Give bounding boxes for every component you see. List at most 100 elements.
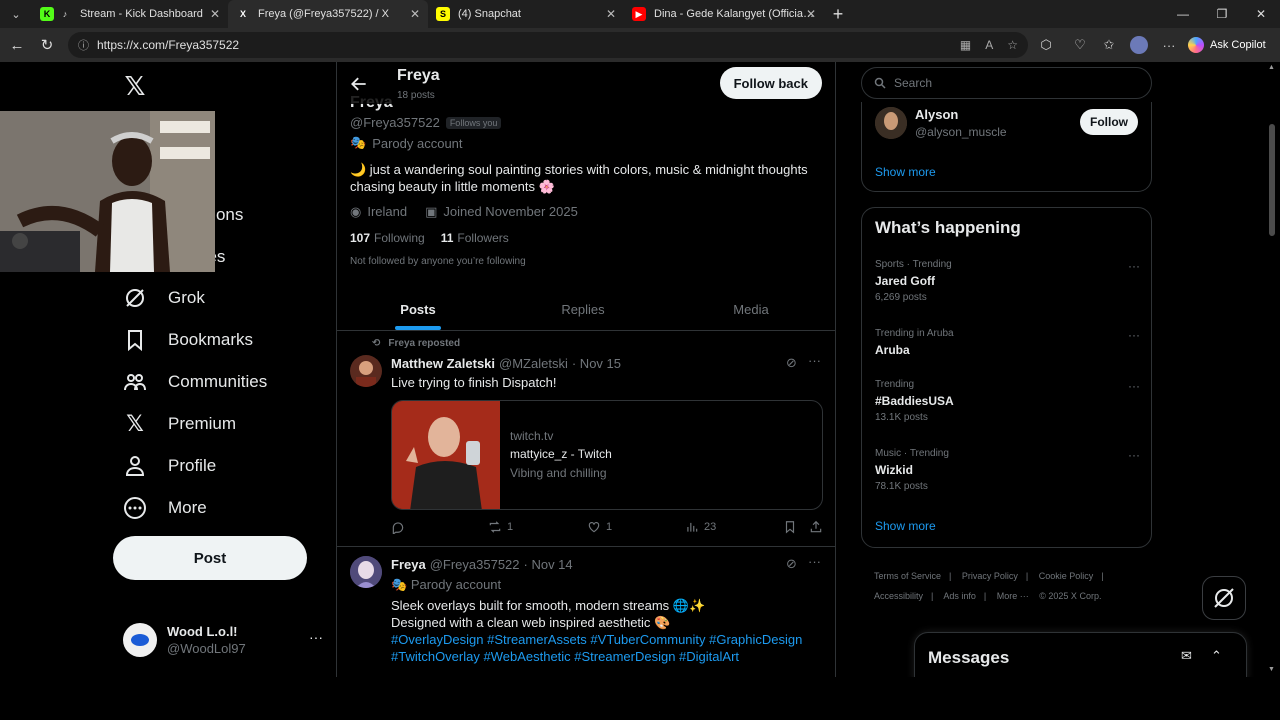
page-scrollbar[interactable]: ▲ ▼ [1266,62,1280,677]
repost-button[interactable]: 1 [488,520,513,534]
link-card[interactable]: twitch.tv mattyice_z - Twitch Vibing and… [391,400,823,510]
account-switcher[interactable]: Wood L.o.l! @WoodLol97 ··· [113,612,323,668]
post-author-name[interactable]: Matthew Zaletski [391,356,495,371]
post-date[interactable]: · Nov 15 [572,356,621,371]
browser-tab[interactable]: ▶ Dina - Gede Kalangyet (Official Vi ✕ [624,0,824,28]
url-bar[interactable]: ⓘ https://x.com/Freya357522 ▦ A ☆ [68,32,1028,58]
expand-chevron-icon[interactable]: ⌃ [1211,648,1222,664]
profile-avatar-icon[interactable] [1126,32,1152,58]
footer-link[interactable]: Privacy Policy [962,571,1018,581]
post-more-icon[interactable]: ··· [808,353,821,368]
reply-icon [392,522,404,534]
trend-more-icon[interactable]: ··· [1128,448,1140,462]
browser-tab[interactable]: S (4) Snapchat ✕ [428,0,624,28]
nav-item-bookmarks[interactable]: Bookmarks [112,320,253,360]
hashtags-line[interactable]: #OverlayDesign #StreamerAssets #VTuberCo… [391,631,823,648]
tab-media[interactable]: Media [667,288,835,330]
avatar[interactable] [350,355,382,387]
trend-more-icon[interactable]: ··· [1128,379,1140,393]
footer-link[interactable]: Accessibility [874,591,923,601]
views-button[interactable]: 23 [685,520,716,534]
nav-item-communities[interactable]: Communities [112,362,267,402]
browser-tab-bar: ⌄ K ♪ Stream - Kick Dashboard ✕ X Freya … [0,0,1280,28]
share-button[interactable] [809,520,823,534]
browser-tab[interactable]: K ♪ Stream - Kick Dashboard ✕ [32,0,228,28]
like-button[interactable]: 1 [587,520,612,534]
trend-item[interactable]: Music · Trending Wizkid 78.1K posts ··· [875,448,1140,492]
grok-analyze-icon[interactable]: ⊘ [786,355,797,371]
reload-icon[interactable]: ↻ [32,30,62,60]
trend-context: Sports · Trending [875,259,952,270]
copyright: © 2025 X Corp. [1039,591,1102,601]
back-arrow-icon[interactable] [349,74,369,94]
browser-essentials-icon[interactable]: ♡ [1067,32,1093,58]
x-logo-icon[interactable]: 𝕏 [121,72,149,100]
followers-link[interactable]: 11 Followers [441,231,509,245]
extensions-icon[interactable]: ⬡ [1033,32,1059,58]
trend-item[interactable]: Trending in Aruba Aruba ··· [875,328,1140,357]
avatar[interactable] [875,107,907,139]
nav-item-more[interactable]: More [112,488,207,528]
back-icon[interactable]: ← [2,30,32,60]
new-message-icon[interactable]: ✉ [1181,648,1192,664]
hashtags-line[interactable]: #TwitchOverlay #WebAesthetic #StreamerDe… [391,648,823,665]
scroll-down-icon[interactable]: ▼ [1268,666,1275,673]
post-more-icon[interactable]: ··· [808,554,821,569]
scroll-up-icon[interactable]: ▲ [1268,64,1275,71]
trend-post-count: 13.1K posts [875,412,928,423]
grok-analyze-icon[interactable]: ⊘ [786,556,797,572]
footer-link[interactable]: Terms of Service [874,571,941,581]
bookmark-button[interactable] [783,520,797,534]
apps-icon[interactable]: ▦ [960,38,971,52]
nav-item-profile[interactable]: Profile [112,446,216,486]
trend-more-icon[interactable]: ··· [1128,259,1140,273]
footer-link[interactable]: Ads info [943,591,976,601]
post-date[interactable]: · Nov 14 [524,557,573,572]
avatar[interactable] [350,556,382,588]
close-window-icon[interactable]: ✕ [1242,0,1280,28]
trend-more-icon[interactable]: ··· [1128,328,1140,342]
post-line: Sleek overlays built for smooth, modern … [391,598,706,613]
scrollbar-thumb[interactable] [1269,124,1275,236]
trend-item[interactable]: Trending #BaddiesUSA 13.1K posts ··· [875,379,1140,423]
tab-actions-menu[interactable]: ⌄ [0,0,32,28]
favorites-icon[interactable]: ✩ [1096,32,1122,58]
tab-replies[interactable]: Replies [499,288,667,330]
show-more-link[interactable]: Show more [875,165,936,179]
following-link[interactable]: 107 Following [350,231,425,245]
footer-link[interactable]: More ··· [997,591,1029,601]
post-author-name[interactable]: Freya [391,557,426,572]
suggested-user-handle: @alyson_muscle [915,125,1007,139]
browser-tab-active[interactable]: X Freya (@Freya357522) / X ✕ [228,0,428,28]
trend-post-count: 78.1K posts [875,481,928,492]
trend-item[interactable]: Sports · Trending Jared Goff 6,269 posts… [875,259,1140,303]
nav-item-premium[interactable]: 𝕏 Premium [112,404,236,444]
show-more-link[interactable]: Show more [875,519,936,533]
close-tab-icon[interactable]: ✕ [806,7,816,21]
nav-item-grok[interactable]: Grok [112,278,205,318]
close-tab-icon[interactable]: ✕ [210,7,220,21]
follow-back-button[interactable]: Follow back [719,67,822,99]
ask-copilot-button[interactable]: Ask Copilot [1188,33,1274,57]
suggested-user-name[interactable]: Alyson [915,107,958,122]
tab-posts[interactable]: Posts [337,288,499,330]
search-input[interactable]: Search [861,67,1152,99]
close-tab-icon[interactable]: ✕ [410,7,420,21]
grok-floating-button[interactable] [1202,576,1246,620]
read-aloud-icon[interactable]: A [985,38,993,52]
trends-title: What’s happening [875,218,1021,237]
person-icon [122,453,148,479]
footer-link[interactable]: Cookie Policy [1039,571,1094,581]
reply-button[interactable] [391,520,405,534]
close-tab-icon[interactable]: ✕ [606,7,616,21]
trend-title: Jared Goff [875,274,936,288]
follow-button[interactable]: Follow [1080,109,1138,135]
site-info-icon[interactable]: ⓘ [78,37,89,53]
minimize-icon[interactable]: — [1164,0,1202,28]
settings-more-icon[interactable]: ··· [1156,32,1182,58]
maximize-icon[interactable]: ❐ [1203,0,1241,28]
post-button[interactable]: Post [113,536,307,580]
messages-drawer[interactable]: Messages ✉ ⌃ [914,632,1247,677]
favorite-star-icon[interactable]: ☆ [1007,38,1018,52]
new-tab-button[interactable]: + [824,0,852,28]
